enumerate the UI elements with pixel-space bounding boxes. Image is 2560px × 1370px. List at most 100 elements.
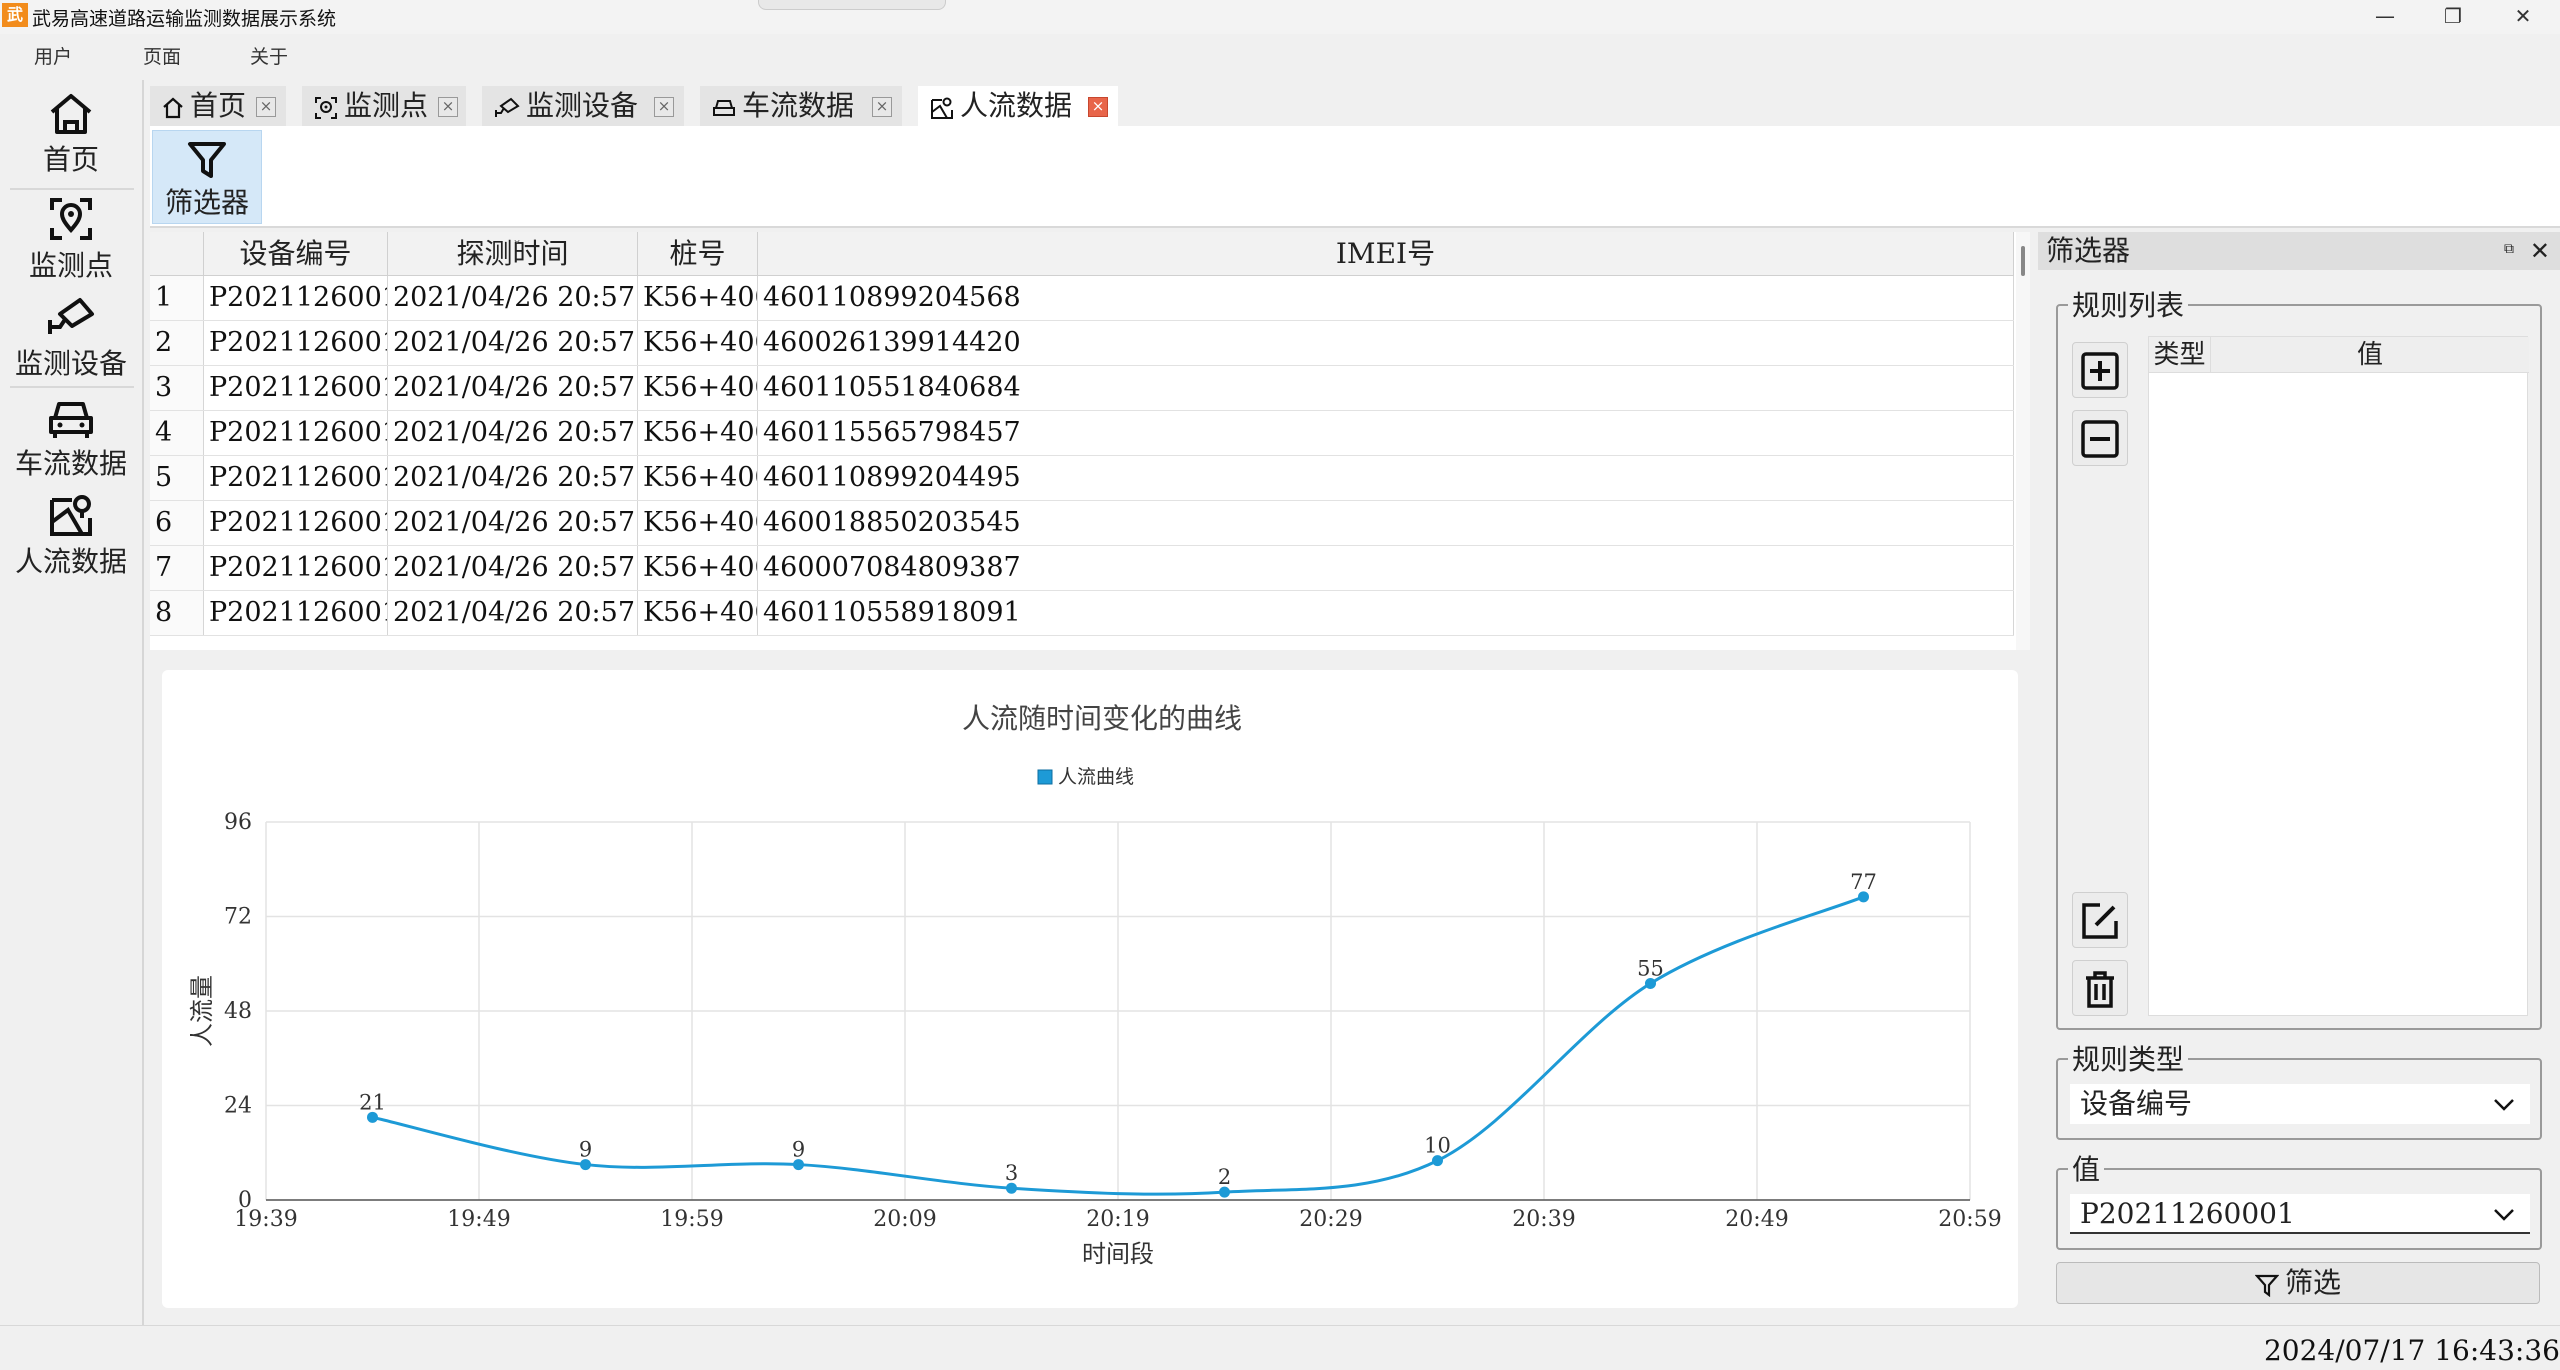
table-cell: 460115565798457 [758, 411, 2014, 455]
value-select[interactable]: P20211260001 [2070, 1194, 2530, 1234]
nav-label: 人流数据 [14, 545, 127, 578]
table-row[interactable]: 5P202112600182021/04/26 20:57:38K56+4004… [150, 456, 2014, 501]
menu-about[interactable]: 关于 [250, 42, 288, 69]
x-axis-label: 时间段 [1082, 1240, 1154, 1268]
table-cell: 460026139914420 [758, 321, 2014, 365]
nav-divider [10, 188, 134, 190]
table-cell: 460110899204495 [758, 456, 2014, 500]
filter-panel-header: 筛选器 ⧉ ✕ [2038, 232, 2560, 270]
tab-close-button[interactable]: × [654, 97, 674, 117]
rule-column-type[interactable]: 类型 [2149, 337, 2211, 373]
tab-monitor-device[interactable]: 监测设备 × [482, 86, 684, 126]
location-pin-icon [315, 96, 337, 119]
nav-item-monitor-device[interactable]: 监测设备 [0, 294, 142, 394]
nav-item-people-data[interactable]: 人流数据 [0, 492, 142, 592]
add-rule-button[interactable] [2072, 342, 2128, 398]
filter-panel-title: 筛选器 [2046, 234, 2131, 267]
table-cell: 2021/04/26 20:57:33 [388, 501, 638, 545]
maximize-button[interactable]: ❐ [2418, 0, 2488, 34]
table-row[interactable]: 1P202112600182021/04/26 20:57:46K56+4004… [150, 276, 2014, 321]
filter-panel: 筛选器 ⧉ ✕ 规则列表 类型 值 规则类型 设备编号 值 P202112600… [2038, 232, 2560, 1322]
table-cell: 460018850203545 [758, 501, 2014, 545]
tab-label: 监测点 [344, 89, 429, 122]
filter-icon [188, 142, 226, 178]
table-row[interactable]: 7P202112600182021/04/26 20:57:21K56+4004… [150, 546, 2014, 591]
rule-type-select[interactable]: 设备编号 [2070, 1084, 2530, 1124]
table-cell: P20211260018 [204, 546, 388, 590]
app-logo-icon: 武 [2, 3, 28, 27]
status-bar: 2024/07/17 16:43:36 [0, 1325, 2560, 1370]
data-label: 55 [1637, 956, 1664, 980]
table-row[interactable]: 4P202112600182021/04/26 20:57:40K56+4004… [150, 411, 2014, 456]
camera-icon [495, 97, 520, 117]
table-row[interactable]: 3P202112600182021/04/26 20:57:44K56+4004… [150, 366, 2014, 411]
table-cell: P20211260018 [204, 591, 388, 635]
edit-rule-button[interactable] [2072, 892, 2128, 948]
menu-page[interactable]: 页面 [143, 42, 181, 69]
nav-item-vehicle-data[interactable]: 车流数据 [0, 396, 142, 496]
tab-close-button[interactable]: × [872, 97, 892, 117]
minimize-button[interactable]: — [2350, 0, 2420, 34]
column-header-imei[interactable]: IMEI号 [758, 232, 2014, 276]
close-button[interactable]: ✕ [2488, 0, 2558, 34]
table-cell: K56+400 [638, 411, 758, 455]
y-tick-label: 72 [224, 905, 252, 930]
table-row[interactable]: 2P202112600182021/04/26 20:57:45K56+4004… [150, 321, 2014, 366]
table-scrollbar[interactable] [2016, 232, 2030, 650]
tab-vehicle-data[interactable]: 车流数据 × [700, 86, 902, 126]
remove-rule-button[interactable] [2072, 410, 2128, 466]
tab-close-button[interactable]: × [256, 97, 276, 117]
table-row[interactable]: 8P202112600182021/04/26 20:57:20K56+4004… [150, 591, 2014, 636]
plus-square-icon [2081, 352, 2119, 390]
nav-item-monitor-point[interactable]: 监测点 [0, 196, 142, 296]
table-cell: P20211260018 [204, 456, 388, 500]
table-cell: P20211260018 [204, 366, 388, 410]
float-window-icon[interactable]: ⧉ [2504, 242, 2520, 258]
nav-item-home[interactable]: 首页 [0, 92, 142, 192]
tab-home[interactable]: 首页 × [150, 86, 286, 126]
table-cell: K56+400 [638, 366, 758, 410]
nav-label: 首页 [42, 143, 99, 176]
column-header-device-id[interactable]: 设备编号 [204, 232, 388, 276]
x-tick-label: 20:39 [1512, 1207, 1575, 1232]
data-label: 9 [792, 1138, 805, 1162]
window-title: 武易高速道路运输监测数据展示系统 [32, 8, 337, 30]
y-tick-label: 48 [224, 999, 252, 1024]
tab-people-data[interactable]: 人流数据 × [918, 86, 1118, 126]
nav-divider [10, 386, 134, 388]
tab-close-button[interactable]: × [1088, 97, 1108, 117]
table-row-partial[interactable] [150, 636, 2014, 650]
table-cell: 2021/04/26 20:57:21 [388, 546, 638, 590]
row-number: 4 [150, 411, 204, 455]
table-cell: 2021/04/26 20:57:40 [388, 411, 638, 455]
y-tick-label: 24 [224, 1094, 252, 1119]
x-tick-label: 20:29 [1299, 1207, 1362, 1232]
menu-user[interactable]: 用户 [34, 42, 72, 69]
home-icon [163, 97, 183, 118]
rule-column-value[interactable]: 值 [2211, 337, 2529, 373]
table-row[interactable]: 6P202112600182021/04/26 20:57:33K56+4004… [150, 501, 2014, 546]
row-number-header [150, 232, 204, 276]
chevron-down-icon [2494, 1209, 2514, 1221]
apply-filter-button[interactable]: 筛选 [2056, 1262, 2540, 1304]
data-label: 9 [579, 1138, 592, 1162]
x-tick-label: 19:49 [447, 1207, 510, 1232]
rule-type-group: 规则类型 设备编号 [2056, 1038, 2542, 1140]
x-tick-label: 20:19 [1086, 1207, 1149, 1232]
scrollbar-thumb[interactable] [2021, 246, 2025, 276]
rule-table: 类型 值 [2148, 336, 2529, 1016]
delete-rule-button[interactable] [2072, 960, 2128, 1016]
title-bar: 武 武易高速道路运输监测数据展示系统 — ❐ ✕ [0, 0, 2560, 34]
home-icon [50, 94, 92, 134]
snap-layout-handle[interactable] [758, 0, 946, 10]
legend-swatch [1037, 769, 1053, 785]
tab-monitor-point[interactable]: 监测点 × [302, 86, 466, 126]
data-table: 设备编号 探测时间 桩号 IMEI号 ⌄ 1P202112600182021/0… [150, 232, 2030, 650]
tab-close-button[interactable]: × [438, 97, 458, 117]
column-header-stake[interactable]: 桩号 [638, 232, 758, 276]
filter-tool-button[interactable]: 筛选器 [152, 130, 262, 224]
panel-close-icon[interactable]: ✕ [2530, 232, 2550, 270]
menu-bar: 用户 页面 关于 [0, 38, 2560, 72]
table-cell: P20211260018 [204, 411, 388, 455]
x-tick-label: 20:49 [1725, 1207, 1788, 1232]
